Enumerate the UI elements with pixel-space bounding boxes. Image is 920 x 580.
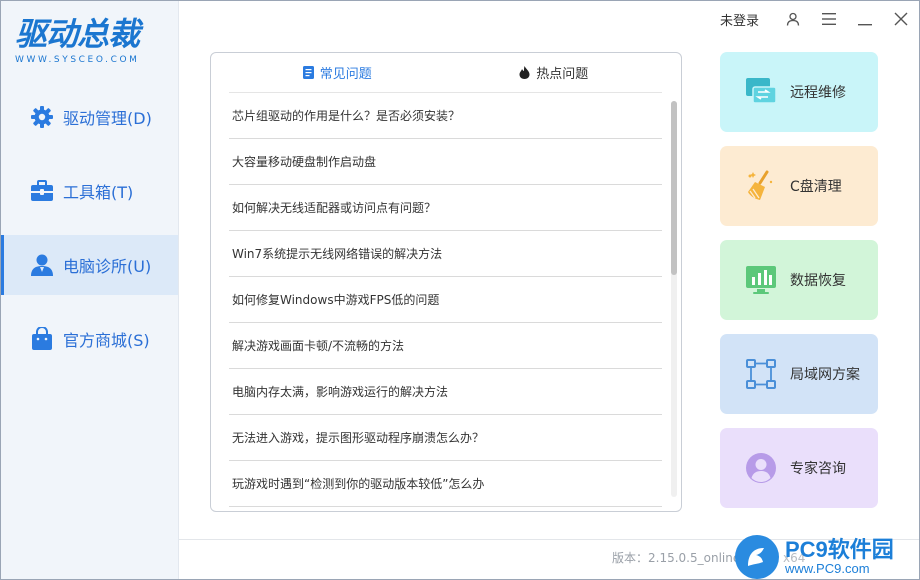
watermark-main: PC9软件园 — [785, 537, 894, 562]
question-item[interactable]: 如何修复Windows中游戏FPS低的问题 — [229, 277, 662, 323]
tab-hot-questions[interactable]: 热点问题 — [446, 53, 663, 92]
question-item[interactable]: 电脑内存太满，影响游戏运行的解决方法 — [229, 369, 662, 415]
sidebar-item-official-store[interactable]: 官方商城(S) — [1, 309, 178, 369]
sidebar-item-label: 工具箱(T) — [63, 183, 134, 202]
lan-solution-card[interactable]: 局域网方案 — [720, 334, 878, 414]
user-icon — [786, 12, 800, 26]
app-window: 驱动总裁 WWW.SYSCEO.COM 驱动管理(D) 工具箱(T) 电脑诊所(… — [0, 0, 920, 580]
question-item[interactable]: Win7系统提示无线网络错误的解决方法 — [229, 231, 662, 277]
menu-button[interactable] — [811, 1, 847, 37]
sidebar: 驱动总裁 WWW.SYSCEO.COM 驱动管理(D) 工具箱(T) 电脑诊所(… — [1, 1, 179, 579]
remote-screen-icon — [744, 75, 778, 109]
login-link[interactable]: 未登录 — [720, 10, 759, 29]
logo-url: WWW.SYSCEO.COM — [15, 55, 140, 65]
question-item[interactable]: 如何解决无线适配器或访问点有问题？ — [229, 185, 662, 231]
sidebar-item-label: 官方商城(S) — [63, 331, 150, 350]
faq-tabs: 常见问题 热点问题 — [229, 53, 662, 93]
fire-icon — [519, 66, 530, 79]
data-recovery-card[interactable]: 数据恢复 — [720, 240, 878, 320]
sidebar-item-toolbox[interactable]: 工具箱(T) — [1, 161, 178, 221]
question-list: 芯片组驱动的作用是什么？是否必须安装？ 大容量移动硬盘制作启动盘 如何解决无线适… — [229, 93, 662, 507]
tab-common-questions[interactable]: 常见问题 — [229, 53, 446, 92]
data-chart-icon — [744, 263, 778, 297]
question-item[interactable]: 芯片组驱动的作用是什么？是否必须安装？ — [229, 93, 662, 139]
tab-label: 热点问题 — [536, 67, 589, 82]
watermark-logo-icon — [735, 535, 779, 579]
question-item[interactable]: 玩游戏时遇到“检测到你的驱动版本较低”怎么办 — [229, 461, 662, 507]
broom-icon — [744, 169, 778, 203]
close-button[interactable] — [883, 1, 919, 37]
remote-repair-card[interactable]: 远程维修 — [720, 52, 878, 132]
title-bar: 未登录 — [720, 1, 919, 37]
card-label: 远程维修 — [790, 85, 846, 101]
site-watermark: PC9软件园 www.PC9.com — [735, 533, 920, 580]
sidebar-item-driver-management[interactable]: 驱动管理(D) — [1, 87, 178, 147]
sidebar-item-label: 驱动管理(D) — [63, 109, 152, 128]
card-label: 局域网方案 — [790, 367, 860, 383]
watermark-sub: www.PC9.com — [785, 561, 870, 576]
expert-consult-card[interactable]: 专家咨询 — [720, 428, 878, 508]
question-item[interactable]: 大容量移动硬盘制作启动盘 — [229, 139, 662, 185]
doctor-icon — [29, 252, 55, 278]
toolbox-icon — [29, 178, 55, 204]
scrollbar-thumb[interactable] — [671, 101, 677, 275]
gear-icon — [29, 104, 55, 130]
network-icon — [744, 357, 778, 391]
sidebar-item-label: 电脑诊所(U) — [63, 257, 152, 276]
expert-avatar-icon — [744, 451, 778, 485]
c-drive-cleanup-card[interactable]: C盘清理 — [720, 146, 878, 226]
question-scrollbar[interactable] — [671, 101, 677, 497]
sidebar-item-pc-clinic[interactable]: 电脑诊所(U) — [1, 235, 178, 295]
version-label: 版本：2.15.0.5_online — [612, 551, 741, 565]
card-label: 数据恢复 — [790, 273, 846, 289]
card-label: C盘清理 — [790, 179, 842, 195]
app-logo: 驱动总裁 WWW.SYSCEO.COM — [15, 15, 165, 75]
menu-icon — [822, 13, 836, 25]
minimize-button[interactable] — [847, 1, 883, 37]
close-icon — [894, 12, 908, 26]
card-label: 专家咨询 — [790, 461, 846, 477]
minimize-icon — [858, 24, 872, 26]
question-item[interactable]: 解决游戏画面卡顿/不流畅的方法 — [229, 323, 662, 369]
document-icon — [302, 66, 314, 79]
logo-text: 驱动总裁 — [15, 15, 140, 53]
user-button[interactable] — [775, 1, 811, 37]
tab-label: 常见问题 — [319, 67, 372, 82]
shopping-bag-icon — [29, 326, 55, 352]
question-item[interactable]: 无法进入游戏，提示图形驱动程序崩溃怎么办？ — [229, 415, 662, 461]
faq-panel: 常见问题 热点问题 芯片组驱动的作用是什么？是否必须安装？ 大容量移动硬盘制作启… — [210, 52, 682, 512]
